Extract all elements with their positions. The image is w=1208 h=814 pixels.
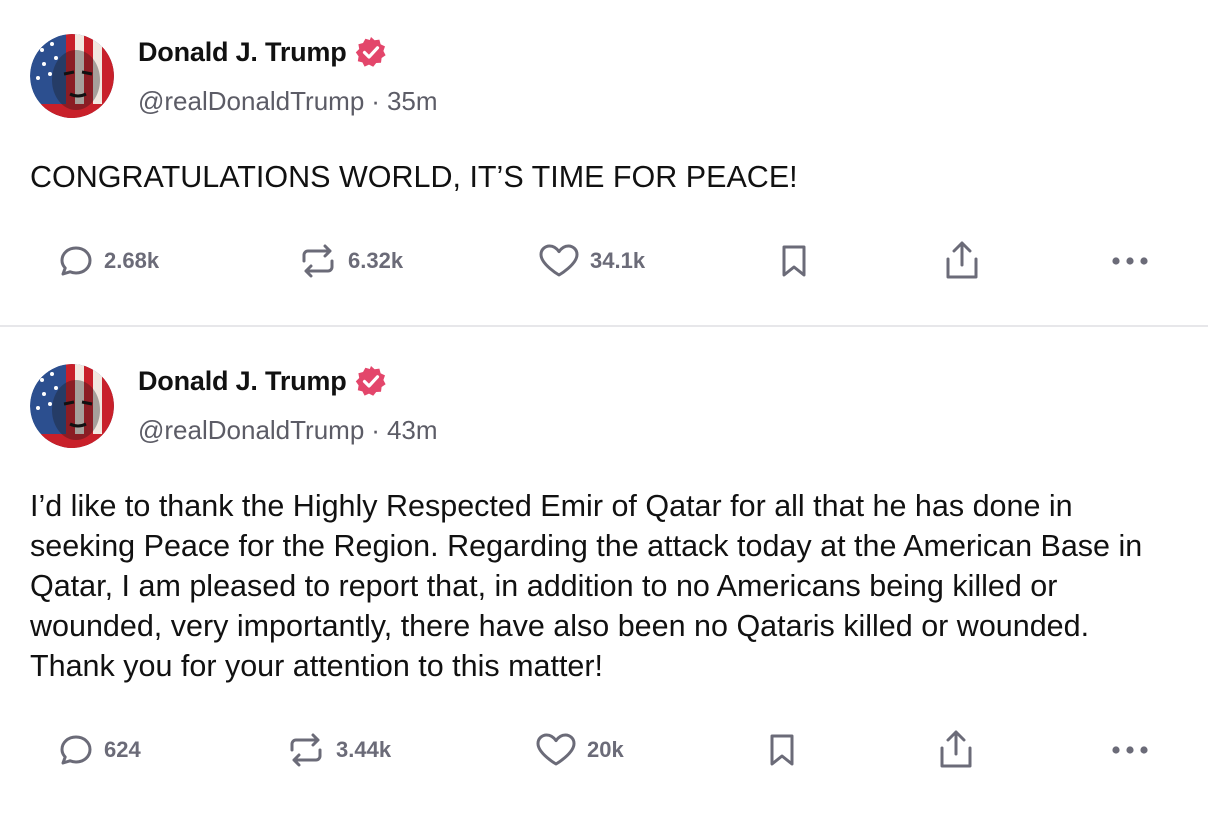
share-button[interactable]	[942, 236, 982, 286]
like-count: 34.1k	[590, 248, 646, 273]
handle-row: @realDonaldTrump · 35m	[138, 86, 438, 117]
author-name-row[interactable]: Donald J. Trump	[138, 36, 387, 68]
avatar-image	[30, 34, 114, 118]
reply-button[interactable]: 624	[58, 725, 141, 775]
bookmark-icon	[782, 245, 806, 277]
author-handle[interactable]: @realDonaldTrump	[138, 86, 364, 116]
more-button[interactable]	[1110, 725, 1150, 775]
post-text: I’d like to thank the Highly Respected E…	[30, 489, 1143, 683]
more-icon	[1112, 257, 1148, 265]
heart-icon	[536, 733, 576, 766]
avatar[interactable]	[30, 364, 114, 448]
author-name-row[interactable]: Donald J. Trump	[138, 365, 387, 397]
separator: ·	[371, 86, 380, 116]
repost-count: 3.44k	[336, 737, 392, 762]
reply-icon	[60, 735, 92, 765]
reply-count: 2.68k	[104, 248, 160, 273]
verified-badge-icon	[355, 366, 386, 396]
author-handle[interactable]: @realDonaldTrump	[138, 415, 364, 445]
share-icon	[940, 730, 972, 768]
heart-icon	[539, 244, 579, 277]
post-time[interactable]: 35m	[387, 86, 438, 116]
post-time[interactable]: 43m	[387, 415, 438, 445]
bookmark-button[interactable]	[778, 236, 810, 286]
separator: ·	[371, 415, 380, 445]
more-button[interactable]	[1110, 236, 1150, 286]
bookmark-icon	[770, 734, 794, 766]
reply-icon	[60, 246, 92, 276]
post[interactable]: Donald J. Trump @realDonaldTrump · 43m I’d…	[0, 327, 1208, 814]
verified-badge-icon	[355, 37, 386, 67]
bookmark-button[interactable]	[766, 725, 798, 775]
post-actions: 2.68k 6.32k 34.1k	[0, 236, 1208, 286]
author-name[interactable]: Donald J. Trump	[138, 366, 347, 397]
like-count: 20k	[587, 737, 624, 762]
author-name[interactable]: Donald J. Trump	[138, 37, 347, 68]
avatar[interactable]	[30, 34, 114, 118]
share-button[interactable]	[936, 725, 976, 775]
reply-button[interactable]: 2.68k	[58, 236, 159, 286]
reply-count: 624	[104, 737, 141, 762]
repost-button[interactable]: 3.44k	[286, 725, 391, 775]
post-actions: 624 3.44k 20k	[0, 725, 1208, 775]
repost-icon	[302, 244, 334, 278]
share-icon	[946, 241, 978, 279]
handle-row: @realDonaldTrump · 43m	[138, 415, 438, 446]
post-text: CONGRATULATIONS WORLD, IT’S TIME FOR PEA…	[30, 160, 798, 194]
like-button[interactable]: 20k	[535, 725, 624, 775]
more-icon	[1112, 746, 1148, 754]
like-button[interactable]: 34.1k	[538, 236, 645, 286]
repost-count: 6.32k	[348, 248, 404, 273]
repost-icon	[290, 733, 322, 767]
avatar-image	[30, 364, 114, 448]
repost-button[interactable]: 6.32k	[298, 236, 403, 286]
post[interactable]: Donald J. Trump @realDonaldTrump · 35m CON…	[0, 0, 1208, 327]
